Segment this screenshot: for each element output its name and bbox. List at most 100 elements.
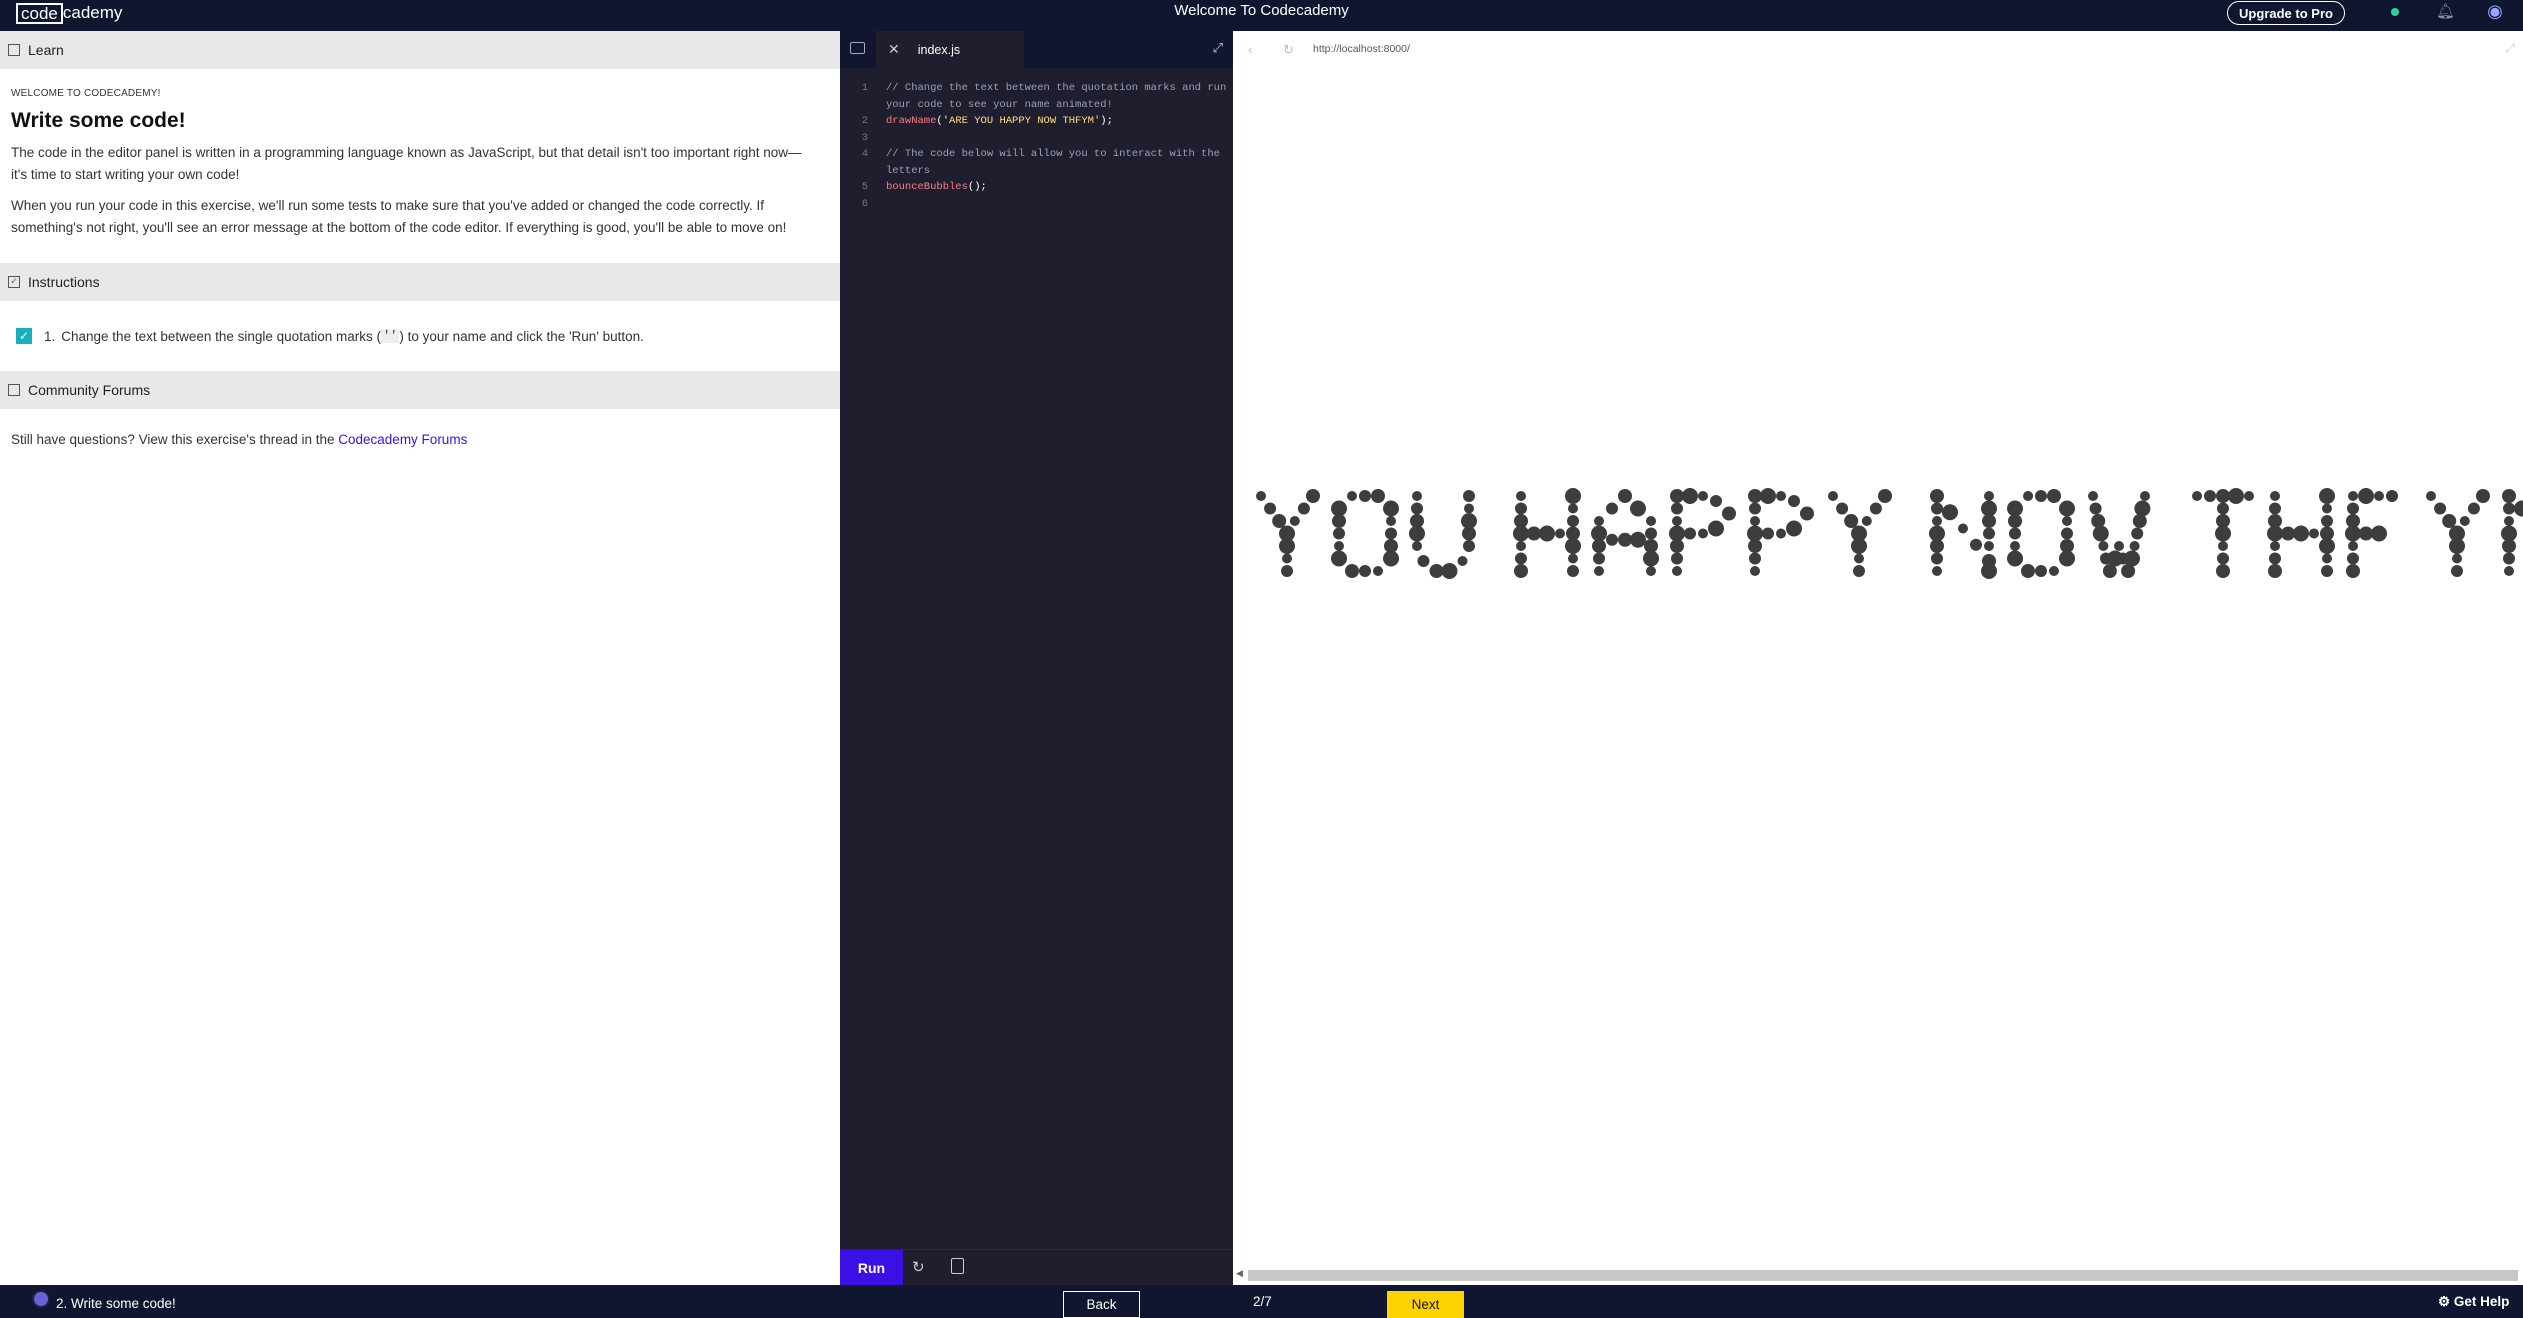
forums-link[interactable]: Codecademy Forums [338, 432, 467, 447]
bubble-dot[interactable] [2371, 525, 2387, 542]
bubble-dot[interactable] [1643, 550, 1659, 567]
bubble-dot[interactable] [1788, 495, 1800, 507]
bubble-dot[interactable] [1412, 541, 1422, 551]
bubble-dot[interactable] [1854, 553, 1864, 564]
reload-icon[interactable]: ↻ [1283, 42, 1294, 58]
bubble-dot[interactable] [2321, 565, 2333, 577]
bubble-dot[interactable] [1333, 527, 1345, 540]
bubble-dot[interactable] [2374, 491, 2384, 501]
bubble-dot[interactable] [1682, 488, 1698, 504]
browser-expand-icon[interactable]: ⤢ [2505, 41, 2515, 56]
bubble-dot[interactable] [2228, 488, 2244, 504]
bubble-dot[interactable] [1281, 565, 1293, 577]
bubble-dot[interactable] [1606, 533, 1618, 546]
bubble-dot[interactable] [2215, 525, 2231, 542]
bubble-dot[interactable] [1412, 491, 1422, 501]
close-icon[interactable]: ✕ [888, 41, 900, 58]
bubble-dot[interactable] [2293, 525, 2309, 542]
bubble-dot[interactable] [1383, 500, 1399, 517]
bubble-text[interactable] [1233, 69, 2523, 1247]
bubble-dot[interactable] [1345, 564, 1359, 578]
bubble-dot[interactable] [1760, 488, 1776, 504]
bubble-dot[interactable] [1750, 566, 1760, 576]
bubble-dot[interactable] [1618, 532, 1632, 547]
bubble-dot[interactable] [1359, 490, 1371, 502]
bubble-dot[interactable] [1861, 516, 1872, 526]
bubble-dot[interactable] [1750, 516, 1760, 526]
bubble-dot[interactable] [2358, 488, 2374, 504]
bubble-dot[interactable] [1930, 489, 1944, 503]
bell-icon[interactable]: 🔔︎ [2436, 2, 2455, 20]
bubble-dot[interactable] [2502, 489, 2516, 503]
bubble-dot[interactable] [1931, 502, 1943, 515]
bubble-dot[interactable] [1981, 500, 1997, 517]
bubble-dot[interactable] [1671, 502, 1683, 515]
bubble-dot[interactable] [1347, 491, 1357, 501]
bubble-dot[interactable] [1282, 553, 1292, 564]
bubble-dot[interactable] [1762, 527, 1774, 540]
bubble-dot[interactable] [1606, 502, 1618, 515]
bubble-dot[interactable] [1331, 550, 1347, 567]
bubble-dot[interactable] [1646, 566, 1656, 576]
bubble-dot[interactable] [1457, 556, 1468, 566]
code-line[interactable]: 6 [840, 196, 1233, 213]
clipboard-icon[interactable] [951, 1258, 964, 1274]
bubble-dot[interactable] [1591, 525, 1607, 542]
bubble-dot[interactable] [1594, 566, 1604, 576]
bubble-dot[interactable] [1461, 513, 1477, 529]
bubble-dot[interactable] [1869, 502, 1882, 515]
exercise-menu[interactable]: 2. Write some code! [32, 1290, 176, 1312]
bubble-dot[interactable] [1386, 516, 1396, 526]
expand-icon[interactable]: ⤢ [1213, 40, 1223, 56]
bubble-dot[interactable] [1984, 491, 1994, 501]
bubble-dot[interactable] [1646, 516, 1656, 526]
bubble-dot[interactable] [2348, 491, 2358, 501]
bubble-dot[interactable] [2347, 502, 2359, 515]
bubble-dot[interactable] [1464, 503, 1474, 514]
bubble-dot[interactable] [1411, 502, 1423, 515]
bubble-dot[interactable] [2467, 502, 2480, 515]
bubble-dot[interactable] [1256, 491, 1266, 501]
code-area[interactable]: 1// Change the text between the quotatio… [840, 68, 1233, 212]
bubble-dot[interactable] [2345, 525, 2361, 542]
bubble-dot[interactable] [1373, 566, 1383, 576]
horizontal-scrollbar[interactable]: ◀ [1233, 1267, 2523, 1283]
bubble-dot[interactable] [2131, 527, 2144, 540]
bubble-dot[interactable] [2059, 500, 2075, 517]
scrollbar-thumb[interactable] [1248, 1270, 2518, 1281]
bubble-dot[interactable] [2281, 526, 2295, 541]
bubble-dot[interactable] [1264, 502, 1277, 515]
bubble-dot[interactable] [1306, 489, 1320, 503]
bubble-dot[interactable] [2035, 565, 2047, 577]
bubble-dot[interactable] [2049, 566, 2059, 576]
bubble-dot[interactable] [1630, 531, 1646, 548]
code-line[interactable]: 4 // The code below will allow you to int… [840, 146, 1233, 179]
bubble-dot[interactable] [2129, 541, 2140, 551]
bubble-dot[interactable] [1516, 491, 1526, 501]
bubble-dot[interactable] [2442, 514, 2457, 528]
bubble-dot[interactable] [1334, 541, 1344, 551]
bubble-dot[interactable] [2192, 491, 2202, 501]
bubble-dot[interactable] [1932, 516, 1942, 526]
bubble-dot[interactable] [2062, 516, 2072, 526]
bubble-dot[interactable] [1385, 527, 1397, 540]
bubble-dot[interactable] [2134, 500, 2151, 517]
bubble-dot[interactable] [2347, 552, 2359, 565]
bubble-dot[interactable] [1565, 538, 1581, 554]
url-bar[interactable]: http://localhost:8000/ [1313, 43, 1410, 55]
bubble-dot[interactable] [1672, 516, 1682, 526]
bubble-dot[interactable] [2035, 490, 2047, 502]
bubble-dot[interactable] [2092, 525, 2109, 542]
bubble-dot[interactable] [2216, 564, 2230, 578]
bubble-dot[interactable] [2204, 490, 2216, 502]
bubble-dot[interactable] [1331, 500, 1347, 517]
back-arrow-icon[interactable]: ‹ [1248, 42, 1252, 57]
bubble-dot[interactable] [1684, 527, 1696, 540]
back-button[interactable]: Back [1063, 1291, 1140, 1318]
bubble-dot[interactable] [2269, 552, 2281, 565]
bubble-dot[interactable] [1786, 520, 1802, 537]
bubble-dot[interactable] [2321, 515, 2333, 527]
bubble-dot[interactable] [1463, 540, 1475, 552]
bubble-dot[interactable] [2319, 488, 2335, 504]
bubble-dot[interactable] [1516, 541, 1526, 551]
